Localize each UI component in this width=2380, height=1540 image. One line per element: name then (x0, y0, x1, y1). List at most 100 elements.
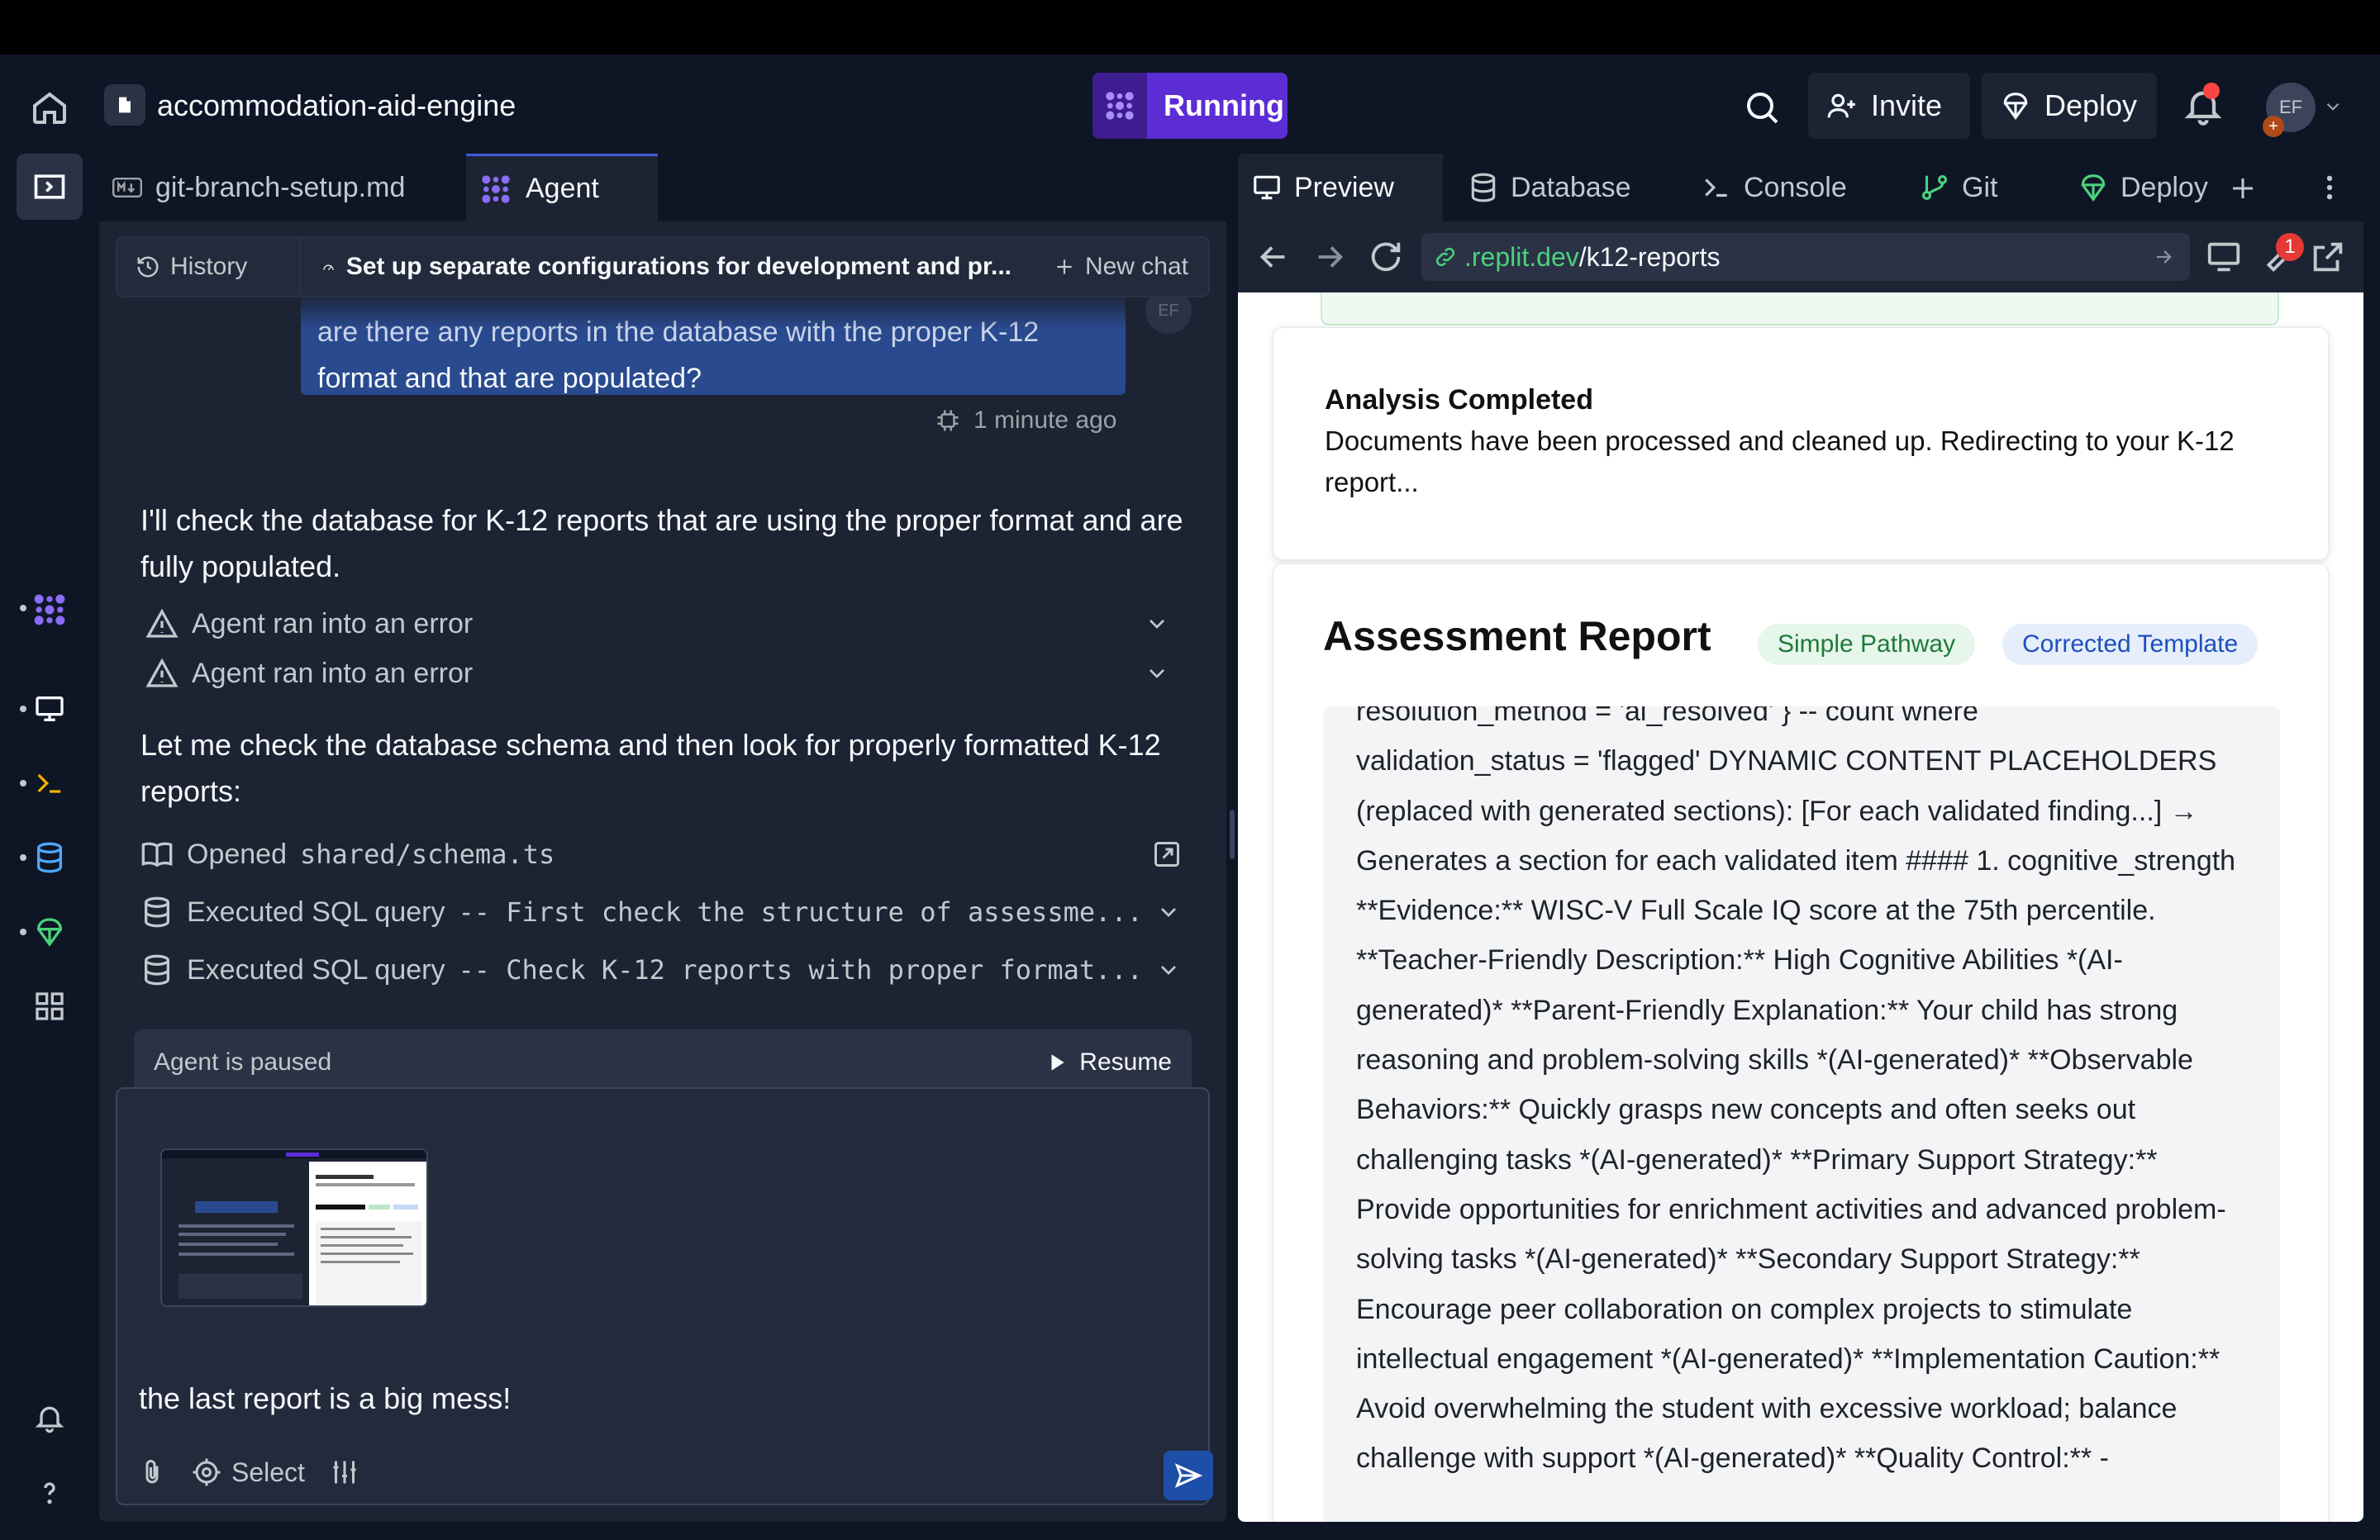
report-title: Assessment Report (1323, 613, 1711, 659)
paperclip-icon[interactable] (137, 1457, 167, 1487)
screenshot-preview-image (162, 1150, 426, 1305)
rail-help[interactable] (17, 1459, 83, 1525)
action-label: Opened (187, 838, 287, 870)
composer-toolbar: Select (137, 1447, 359, 1497)
invite-button[interactable]: Invite (1808, 73, 1970, 139)
error-row[interactable]: Agent ran into an error (145, 603, 1170, 644)
database-icon (145, 896, 169, 928)
action-row[interactable]: Executed SQL query -- First check the st… (140, 889, 1182, 935)
chat-bar: History Set up separate configurations f… (116, 236, 1210, 297)
help-icon (44, 1482, 55, 1504)
chat-title-text: Set up separate configurations for devel… (345, 253, 1011, 280)
search-icon[interactable] (1742, 88, 1782, 127)
chevron-down-icon (1150, 669, 1164, 678)
history-button[interactable]: History (117, 238, 301, 296)
rail-database[interactable] (17, 825, 83, 891)
system-bar (0, 0, 2380, 55)
agent-icon (482, 174, 510, 203)
run-label: Running (1164, 88, 1284, 122)
run-button[interactable]: Running (1092, 73, 1288, 139)
attached-screenshot-thumbnail[interactable] (160, 1148, 428, 1307)
warning-icon (145, 658, 178, 687)
select-label: Select (231, 1457, 305, 1487)
tab-preview[interactable]: Preview (1238, 154, 1443, 221)
select-element-button[interactable]: Select (192, 1457, 305, 1488)
url-host: .replit.dev (1464, 241, 1579, 272)
chevron-down-icon[interactable] (2322, 96, 2344, 117)
tab-deploy[interactable]: Deploy (2064, 154, 2230, 221)
tab-git-branch-setup[interactable]: git-branch-setup.md (99, 154, 466, 221)
terminal-icon (37, 773, 61, 793)
chevron-down-icon (1150, 620, 1164, 629)
action-detail: -- Check K-12 reports with proper format… (458, 954, 1143, 986)
tab-agent[interactable]: Agent (466, 154, 658, 221)
deploy-button[interactable]: Deploy (1982, 73, 2157, 139)
monitor-icon (36, 696, 64, 721)
rail-deployments[interactable] (17, 899, 83, 965)
more-options-icon[interactable] (2314, 172, 2345, 203)
terminal-icon (1705, 178, 1727, 197)
book-icon (141, 842, 173, 867)
panel-resize-handle[interactable] (1230, 810, 1235, 859)
agent-logo-icon (1092, 73, 1147, 139)
rail-all-tools[interactable] (17, 973, 83, 1039)
go-arrow-icon[interactable] (2152, 245, 2175, 269)
tab-label: Preview (1294, 171, 1394, 203)
sidebar-toggle-icon (34, 174, 65, 199)
sliders-icon[interactable] (330, 1457, 359, 1487)
chevron-down-icon (1161, 908, 1176, 917)
forward-arrow-icon[interactable] (1311, 238, 1349, 276)
message-timestamp: 1 minute ago (935, 406, 1116, 435)
rail-shell[interactable] (17, 750, 83, 816)
tab-git[interactable]: Git (1906, 154, 2054, 221)
tab-label: Git (1962, 171, 1998, 203)
add-tab-icon[interactable] (2228, 173, 2258, 203)
scroll-fade (301, 292, 1126, 329)
new-chat-button[interactable]: New chat (1054, 253, 1208, 281)
template-badge: Corrected Template (2002, 624, 2259, 665)
home-icon[interactable] (30, 88, 69, 127)
tab-database[interactable]: Database (1454, 154, 1678, 221)
assessment-report-card: Assessment Report Simple Pathway Correct… (1273, 563, 2329, 1522)
paused-status: Agent is paused (154, 1048, 332, 1076)
action-detail: shared/schema.ts (300, 839, 555, 870)
error-row[interactable]: Agent ran into an error (145, 653, 1170, 694)
send-button[interactable] (1164, 1451, 1213, 1500)
rail-agent[interactable] (17, 577, 83, 643)
workspace-header: accommodation-aid-engine Running Invite … (0, 55, 2380, 154)
agent-message: I'll check the database for K-12 reports… (140, 503, 1183, 583)
message-composer[interactable]: the last report is a big mess! Select (116, 1087, 1213, 1505)
gauge-icon (323, 264, 334, 271)
project-name[interactable]: accommodation-aid-engine (157, 88, 516, 124)
resume-label: Resume (1079, 1048, 1172, 1076)
back-arrow-icon[interactable] (1254, 238, 1292, 276)
resume-button[interactable]: Resume (1046, 1048, 1172, 1077)
database-icon (37, 842, 62, 873)
url-input[interactable]: .replit.dev/k12-reports (1421, 233, 2190, 281)
user-message-line-2: format and that are populated? (317, 363, 702, 394)
markdown-icon (112, 178, 142, 197)
open-external-icon[interactable] (1152, 839, 1182, 869)
rail-alerts[interactable] (17, 1385, 83, 1451)
rail-files[interactable] (17, 154, 83, 220)
avatar-badge: + (2263, 116, 2284, 137)
open-new-tab-icon[interactable] (2309, 238, 2347, 276)
rail-webview[interactable] (17, 676, 83, 742)
device-icon[interactable] (2205, 238, 2243, 276)
add-user-icon (1827, 93, 1855, 118)
project-logo-icon[interactable] (104, 84, 145, 126)
deploy-label: Deploy (2044, 88, 2138, 122)
report-content[interactable]: resolution_method = 'ai_resolved' } -- c… (1323, 706, 2280, 1522)
tab-console[interactable]: Console (1687, 154, 1894, 221)
action-row[interactable]: Opened shared/schema.ts (140, 831, 1182, 877)
grid-icon (36, 992, 64, 1020)
chat-title[interactable]: Set up separate configurations for devel… (301, 253, 1011, 281)
new-chat-label: New chat (1084, 253, 1188, 280)
agent-panel: git-branch-setup.md Agent are there any … (99, 154, 1226, 1522)
notification-dot (2203, 83, 2220, 99)
link-icon (1435, 247, 1455, 267)
pathway-badge: Simple Pathway (1758, 624, 1976, 665)
action-row[interactable]: Executed SQL query -- Check K-12 reports… (140, 947, 1182, 993)
reload-icon[interactable] (1367, 238, 1405, 276)
composer-input[interactable]: the last report is a big mess! (139, 1381, 511, 1416)
